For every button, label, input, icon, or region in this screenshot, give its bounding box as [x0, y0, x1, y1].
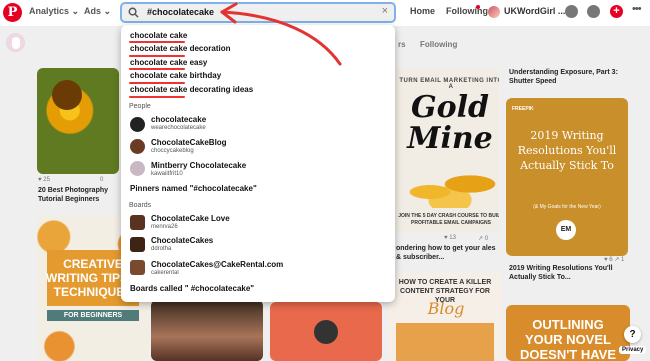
person-name: ChocolateCakeBlog [151, 138, 227, 147]
save-count: 25 [43, 177, 50, 183]
pin-stats-2: ↗ 0 [478, 236, 489, 242]
board-thumbnail [130, 260, 145, 275]
pin-panel [396, 323, 494, 361]
pin-caption: 2019 Writing Resolutions You'll Actually… [509, 265, 613, 281]
pin-stats-2: 0 [100, 177, 104, 183]
pin-stats: ♥ 13 [444, 235, 456, 241]
annotation-underline [129, 41, 185, 43]
notification-dot-icon [476, 5, 480, 9]
gold-nuggets-image [400, 168, 499, 208]
board-name: ChocolateCakes@CakeRental.com [151, 260, 284, 269]
ads-label: Ads [84, 6, 102, 16]
chevron-down-icon: ⌄ [103, 6, 112, 16]
pin-portrait[interactable] [151, 300, 263, 361]
save-count: 13 [449, 235, 456, 241]
avatar[interactable] [488, 6, 500, 18]
more-options-icon[interactable]: ••• [632, 3, 642, 15]
messages-icon[interactable] [565, 5, 578, 18]
pin-headline: Blog [427, 299, 465, 318]
pinterest-logo-icon[interactable]: P [3, 3, 22, 22]
privacy-link[interactable]: Privacy [619, 346, 647, 354]
pin-caption: Understanding Exposure, Part 3: Shutter … [509, 69, 618, 85]
board-thumbnail [130, 237, 145, 252]
save-count: 6 [609, 257, 613, 263]
board-thumbnail [130, 215, 145, 230]
person-name: Mintberry Chocolatecake [151, 161, 247, 170]
ads-menu[interactable]: Ads ⌄ [84, 6, 111, 17]
boards-called-link[interactable]: Boards called " #chocolatecake" [130, 284, 254, 293]
section-heading-boards: Boards [129, 202, 152, 209]
pin-title: OUTLINING YOUR NOVEL DOESN'T HAVE TO SUC… [519, 317, 617, 361]
suggestion-item[interactable]: chocolate cake easy [130, 58, 207, 67]
chevron-down-icon: ⌄ [71, 6, 80, 16]
search-suggestions-dropdown: chocolate cake chocolate cake decoration… [121, 25, 395, 302]
add-pin-button[interactable]: + [610, 5, 623, 18]
person-name: chocolatecake [151, 115, 207, 124]
close-icon[interactable]: × [382, 5, 388, 17]
person-handle: choccycakeblog [151, 148, 194, 154]
pin-footer: JOIN THE 5 DAY CRASH COURSE TO BUILD PRO… [398, 213, 499, 226]
tab-partial[interactable]: rs [398, 40, 406, 49]
person-handle: kawaiitfrit10 [151, 171, 183, 177]
home-link[interactable]: Home [410, 6, 435, 16]
suggestion-item[interactable]: chocolate cake [130, 31, 187, 40]
pin-title: TURN EMAIL MARKETING INTO A [399, 78, 499, 90]
avatar [130, 117, 145, 132]
board-name: ChocolateCake Love [151, 214, 230, 223]
board-owner: menrva26 [151, 224, 178, 230]
analytics-menu[interactable]: Analytics ⌄ [29, 6, 79, 17]
pin-subtitle: FOR BEGINNERS [47, 310, 139, 321]
avatar [130, 139, 145, 154]
section-heading-people: People [129, 103, 151, 110]
share-count: 1 [620, 257, 625, 263]
top-nav-bar: P Analytics ⌄ Ads ⌄ #chocolatecake × Hom… [0, 0, 650, 26]
pin-gold-mine[interactable]: TURN EMAIL MARKETING INTO A Gold Mine JO… [388, 68, 499, 232]
search-input[interactable]: #chocolatecake × [120, 2, 396, 23]
following-link[interactable]: Following [446, 6, 488, 16]
share-count: 0 [484, 236, 489, 242]
pin-stats: ♥ 6 ↗ 1 [604, 257, 625, 263]
pin-caption: ondering how to get your ales & subscrib… [396, 245, 496, 261]
profile-link[interactable]: UKWordGirl ... [504, 6, 565, 16]
pin-outlining-novel[interactable]: OUTLINING YOUR NOVEL DOESN'T HAVE TO SUC… [506, 305, 630, 361]
avatar [130, 161, 145, 176]
board-name: ChocolateCakes [151, 236, 214, 245]
tab-following[interactable]: Following [420, 40, 457, 49]
reddit-icon [314, 320, 338, 344]
suggestion-item[interactable]: chocolate cake decoration [130, 44, 230, 53]
annotation-underline [129, 55, 185, 57]
pin-subtitle: (& My Goals for the New Year) [533, 204, 601, 210]
pinners-named-link[interactable]: Pinners named "#chocolatecake" [130, 184, 257, 193]
profile-avatar[interactable] [6, 33, 25, 52]
annotation-underline [129, 96, 185, 98]
pin-caption: 20 Best Photography Tutorial Beginners [38, 187, 109, 203]
pin-tag: FREEPIK [512, 106, 534, 112]
suggestion-item[interactable]: chocolate cake decorating ideas [130, 85, 253, 94]
annotation-underline [129, 68, 185, 70]
pin-red[interactable] [270, 302, 382, 361]
search-value: #chocolatecake [147, 7, 215, 17]
pin-killer-content[interactable]: HOW TO CREATE A KILLER CONTENT STRATEGY … [388, 273, 502, 361]
pin-title: 2019 Writing Resolutions You'll Actually… [517, 129, 617, 172]
annotation-underline [129, 82, 185, 84]
help-button[interactable]: ? [624, 326, 641, 343]
board-owner: cakerental [151, 270, 179, 276]
person-handle: wearechocolatecake [151, 125, 206, 131]
pin-writing-resolutions[interactable]: FREEPIK 2019 Writing Resolutions You'll … [506, 98, 628, 256]
pin-sunflower[interactable] [37, 68, 119, 174]
notifications-bell-icon[interactable] [587, 5, 600, 18]
pin-stats: ♥ 25 [38, 177, 50, 183]
analytics-label: Analytics [29, 6, 70, 16]
board-owner: ddrotha [151, 246, 172, 252]
search-icon [128, 7, 139, 18]
pin-badge: EM [556, 220, 576, 240]
pin-headline: Gold Mine [407, 90, 493, 156]
suggestion-item[interactable]: chocolate cake birthday [130, 71, 221, 80]
